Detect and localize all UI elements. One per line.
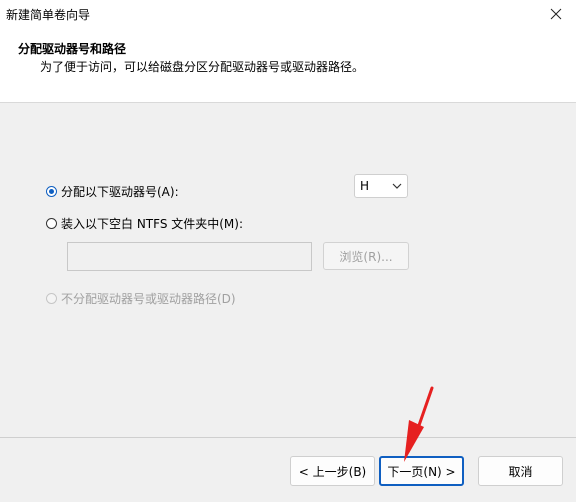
header-subtitle: 为了便于访问，可以给磁盘分区分配驱动器号或驱动器路径。 xyxy=(40,60,365,74)
header-title: 分配驱动器号和路径 xyxy=(18,42,127,56)
radio-mount-folder-label: 装入以下空白 NTFS 文件夹中(M): xyxy=(61,217,244,231)
browse-button[interactable]: 浏览(R)... xyxy=(323,242,409,270)
radio-no-assign[interactable]: 不分配驱动器号或驱动器路径(D) xyxy=(46,290,236,307)
radio-no-assign-label: 不分配驱动器号或驱动器路径(D) xyxy=(61,292,236,306)
footer-divider xyxy=(0,437,576,438)
back-button[interactable]: < 上一步(B) xyxy=(290,456,375,486)
window-title: 新建简单卷向导 xyxy=(6,8,91,22)
drive-letter-select[interactable]: H xyxy=(354,174,408,198)
radio-assign-letter-label: 分配以下驱动器号(A): xyxy=(61,185,179,199)
chevron-down-icon xyxy=(392,183,402,189)
wizard-header: 分配驱动器号和路径 为了便于访问，可以给磁盘分区分配驱动器号或驱动器路径。 xyxy=(0,28,576,103)
folder-path-input[interactable] xyxy=(67,242,312,271)
radio-selected-icon xyxy=(46,186,57,197)
radio-unselected-icon xyxy=(46,218,57,229)
next-button[interactable]: 下一页(N) > xyxy=(379,456,464,486)
cancel-button[interactable]: 取消 xyxy=(478,456,563,486)
radio-mount-folder[interactable]: 装入以下空白 NTFS 文件夹中(M): xyxy=(46,215,243,232)
radio-assign-letter[interactable]: 分配以下驱动器号(A): xyxy=(46,183,179,200)
title-bar: 新建简单卷向导 xyxy=(0,0,576,28)
radio-disabled-icon xyxy=(46,293,57,304)
drive-letter-value: H xyxy=(360,179,370,193)
close-button[interactable] xyxy=(536,0,576,28)
close-icon xyxy=(550,8,562,20)
